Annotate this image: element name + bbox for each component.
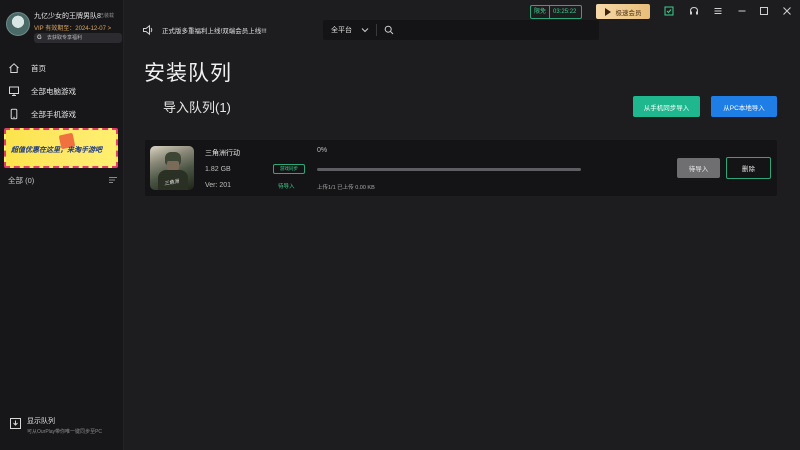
show-queue-button[interactable]: 显示队列 可从OurPlay带你唯一键同步至PC [8,414,122,440]
avatar[interactable] [6,12,30,36]
sidebar: 九亿少女的王牌男队8 已装载 VIP 有效期至：2024-12-07 > G 去… [0,0,124,450]
show-queue-hint: 可从OurPlay带你唯一键同步至PC [27,429,103,435]
status-badge: 待导入 [278,184,295,190]
pending-import-button[interactable]: 待导入 [677,158,720,178]
page-title: 安装队列 [144,62,232,85]
search-bar: 全平台 [323,20,599,40]
game-version: Ver: 201 [205,182,232,189]
game-name: 三角洲行动 [205,150,240,157]
queue-item: 三角洲 三角洲行动 1.82 GB Ver: 201 游戏同步 待导入 0% 上… [145,140,777,196]
import-from-pc-button[interactable]: 从PC本地导入 [711,96,777,117]
chevron-down-icon[interactable] [361,26,369,34]
upload-info: 上传1/1 已上传 0.00 KB [317,185,375,191]
username: 九亿少女的王牌男队8 [34,13,101,20]
checklist-icon[interactable] [664,6,674,16]
headset-icon[interactable] [689,6,699,16]
delete-button[interactable]: 删除 [726,157,771,179]
all-games-count: 全部 (0) [8,176,35,185]
menu-icon[interactable] [713,6,723,16]
download-queue-icon [10,418,21,429]
search-icon[interactable] [384,25,394,35]
promo-text: 超值优惠在这里，来淘手游吧 [11,147,102,154]
sort-icon[interactable] [108,176,118,184]
announcement-text: 正式版多重福利上线!双端会员上线!!! [162,28,267,35]
game-thumbnail: 三角洲 [150,146,194,190]
vip-button[interactable]: 极速会员 [596,4,650,19]
import-from-phone-button[interactable]: 从手机同步导入 [633,96,700,117]
benefit-label: 去获取专享福利 [47,35,83,41]
vip-expiry[interactable]: VIP 有效期至：2024-12-07 > [34,23,111,32]
thumb-figure-face [167,161,179,170]
divider [376,24,377,36]
sidebar-item-label: 全部手机游戏 [31,109,76,119]
show-queue-label: 显示队列 [27,418,55,425]
free-timer-value: 03:25:22 [553,9,577,15]
free-timer-label: 限免 [531,6,551,18]
sidebar-item-pc-games[interactable]: 全部电脑游戏 [8,83,118,99]
platform-select[interactable]: 全平台 [331,25,352,35]
maximize-icon[interactable] [759,6,769,16]
free-timer[interactable]: 限免 03:25:22 [530,5,582,19]
minimize-icon[interactable] [737,6,747,16]
announcement[interactable]: 正式版多重福利上线!双端会员上线!!! [142,20,282,40]
app-window: 九亿少女的王牌男队8 已装载 VIP 有效期至：2024-12-07 > G 去… [0,0,800,450]
sync-tag: 游戏同步 [273,164,305,174]
progress-bar [317,168,581,171]
play-icon [604,7,611,16]
game-size: 1.82 GB [205,166,231,173]
username-status: 已装载 [99,13,115,19]
sidebar-item-mobile-games[interactable]: 全部手机游戏 [8,106,118,122]
promo-banner[interactable]: 超值优惠在这里，来淘手游吧 [4,128,118,168]
speaker-icon [143,24,153,36]
home-icon [9,63,19,73]
monitor-icon [9,86,19,96]
sidebar-item-home[interactable]: 首页 [8,60,118,76]
import-queue-title: 导入队列(1) [163,100,231,115]
progress-percent: 0% [317,147,328,154]
benefit-icon: G [37,35,42,41]
vip-button-label: 极速会员 [615,9,642,17]
close-icon[interactable] [782,6,792,16]
sidebar-item-label: 首页 [31,63,46,73]
user-profile[interactable]: 九亿少女的王牌男队8 已装载 VIP 有效期至：2024-12-07 > G 去… [6,8,122,50]
benefit-pill[interactable]: G 去获取专享福利 [34,33,122,43]
phone-icon [10,108,18,120]
sidebar-item-label: 全部电脑游戏 [31,86,76,96]
